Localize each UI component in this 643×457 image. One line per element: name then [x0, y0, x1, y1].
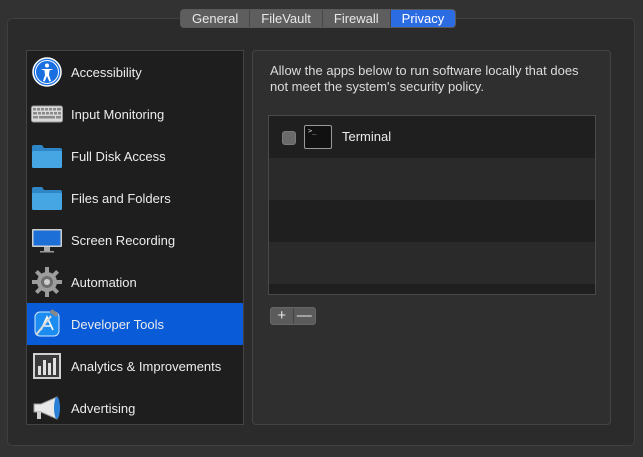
keyboard-icon [31, 98, 63, 130]
gear-icon [31, 266, 63, 298]
add-remove-control: + — [270, 307, 316, 325]
sidebar-item-label: Advertising [71, 400, 136, 416]
sidebar-item-label: Screen Recording [71, 232, 176, 248]
sidebar-item-label: Files and Folders [71, 190, 171, 206]
developer-tools-icon [31, 308, 63, 340]
table-row-empty [269, 242, 595, 284]
sidebar-item-screen-recording[interactable]: Screen Recording [27, 219, 243, 261]
sidebar-item-label: Developer Tools [71, 316, 164, 332]
sidebar-item-full-disk-access[interactable]: Full Disk Access [27, 135, 243, 177]
display-icon [31, 224, 63, 256]
sidebar-item-advertising[interactable]: Advertising [27, 387, 243, 429]
panel-description: Allow the apps below to run software loc… [270, 63, 579, 94]
tab-filevault[interactable]: FileVault [250, 10, 323, 27]
app-list[interactable]: >_ Terminal [268, 115, 596, 295]
sidebar-item-automation[interactable]: Automation [27, 261, 243, 303]
sidebar-item-input-monitoring[interactable]: Input Monitoring [27, 93, 243, 135]
tab-firewall[interactable]: Firewall [323, 10, 391, 27]
table-row[interactable]: >_ Terminal [269, 116, 595, 158]
analytics-icon [31, 350, 63, 382]
sidebar-item-label: Full Disk Access [71, 148, 166, 164]
sidebar-item-label: Input Monitoring [71, 106, 165, 122]
table-row-empty [269, 158, 595, 200]
sidebar-item-developer-tools[interactable]: Developer Tools [27, 303, 243, 345]
sidebar-item-files-and-folders[interactable]: Files and Folders [27, 177, 243, 219]
tab-privacy[interactable]: Privacy [390, 10, 456, 27]
privacy-category-list[interactable]: Accessibility Input Monitoring Full Disk… [26, 50, 244, 425]
terminal-icon-prompt: >_ [308, 127, 317, 135]
accessibility-icon [31, 56, 63, 88]
remove-app-button[interactable]: — [294, 308, 316, 324]
table-row-empty [269, 200, 595, 242]
app-enable-checkbox[interactable] [282, 131, 296, 145]
tab-general[interactable]: General [181, 10, 251, 27]
add-app-button[interactable]: + [271, 308, 294, 324]
terminal-icon: >_ [304, 125, 332, 149]
folder-icon [31, 182, 63, 214]
folder-icon [31, 140, 63, 172]
sidebar-item-label: Automation [71, 274, 137, 290]
sidebar-item-label: Accessibility [71, 64, 142, 80]
app-name: Terminal [342, 129, 392, 144]
tab-bar: General FileVault Firewall Privacy [180, 9, 457, 28]
megaphone-icon [31, 392, 63, 424]
sidebar-item-analytics-improvements[interactable]: Analytics & Improvements [27, 345, 243, 387]
table-row-empty [269, 284, 595, 294]
sidebar-item-accessibility[interactable]: Accessibility [27, 51, 243, 93]
sidebar-item-label: Analytics & Improvements [71, 358, 222, 374]
